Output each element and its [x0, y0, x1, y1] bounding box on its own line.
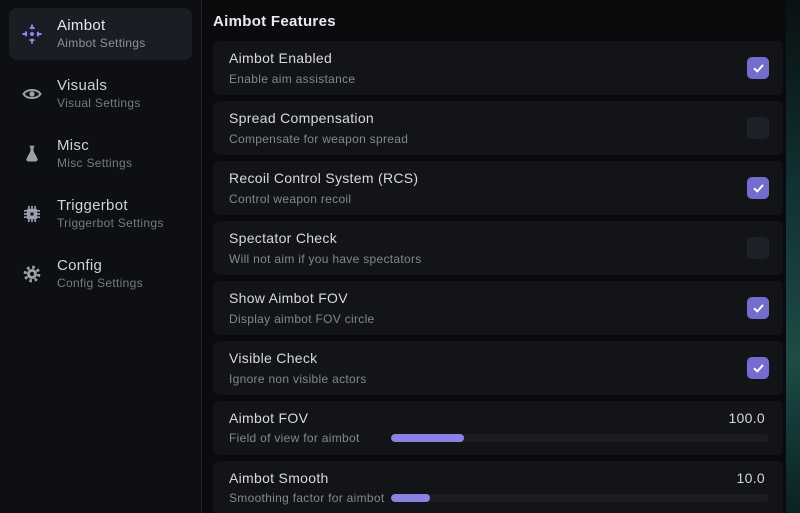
- spread-compensation-checkbox[interactable]: [747, 117, 769, 139]
- sidebar-item-visuals[interactable]: Visuals Visual Settings: [9, 68, 192, 120]
- visible-check-checkbox[interactable]: [747, 357, 769, 379]
- check-icon: [753, 184, 763, 192]
- setting-label: Spectator Check: [229, 229, 337, 246]
- setting-description: Smoothing factor for aimbot: [229, 490, 385, 505]
- sidebar-item-sublabel: Config Settings: [57, 275, 143, 290]
- crosshair-icon: [22, 24, 42, 44]
- setting-label: Visible Check: [229, 349, 318, 366]
- sidebar: Aimbot Aimbot Settings Visuals Visual Se…: [0, 0, 202, 513]
- setting-row-spread-compensation: Spread Compensation Compensate for weapo…: [213, 101, 783, 155]
- setting-label: Show Aimbot FOV: [229, 289, 348, 306]
- aimbot-smooth-slider[interactable]: [391, 493, 769, 502]
- setting-text: Aimbot Enabled Enable aim assistance: [229, 50, 355, 86]
- setting-description: Control weapon recoil: [229, 191, 352, 206]
- setting-row-spectator-check: Spectator Check Will not aim if you have…: [213, 221, 783, 275]
- setting-text: Visible Check Ignore non visible actors: [229, 350, 367, 386]
- setting-row-aimbot-smooth: Aimbot Smooth 10.0 Smoothing factor for …: [213, 461, 783, 513]
- show-aimbot-fov-checkbox[interactable]: [747, 297, 769, 319]
- sidebar-item-config[interactable]: Config Config Settings: [9, 248, 192, 300]
- chip-icon: [22, 204, 42, 224]
- sidebar-item-sublabel: Visual Settings: [57, 95, 141, 110]
- sidebar-item-label: Config: [57, 257, 103, 275]
- sidebar-item-sublabel: Misc Settings: [57, 155, 133, 170]
- aimbot-smooth-value: 10.0: [736, 470, 765, 486]
- check-icon: [753, 364, 763, 372]
- main-panel: Aimbot Features Aimbot Enabled Enable ai…: [202, 0, 786, 513]
- game-background-strip: [786, 0, 800, 513]
- setting-description: Display aimbot FOV circle: [229, 311, 375, 326]
- sidebar-item-label: Misc: [57, 137, 90, 155]
- setting-label: Aimbot Enabled: [229, 49, 333, 66]
- setting-description: Ignore non visible actors: [229, 371, 367, 386]
- setting-text: Recoil Control System (RCS) Control weap…: [229, 170, 418, 206]
- slider-fill: [391, 493, 430, 502]
- check-icon: [753, 304, 763, 312]
- slider-fill: [391, 433, 464, 442]
- flask-icon: [22, 144, 42, 164]
- setting-row-visible-check: Visible Check Ignore non visible actors: [213, 341, 783, 395]
- sidebar-item-sublabel: Triggerbot Settings: [57, 215, 164, 230]
- aimbot-fov-slider[interactable]: [391, 433, 769, 442]
- setting-label: Aimbot FOV: [229, 410, 309, 426]
- gear-icon: [22, 264, 42, 284]
- eye-icon: [22, 84, 42, 104]
- setting-row-aimbot-enabled: Aimbot Enabled Enable aim assistance: [213, 41, 783, 95]
- setting-text: Spread Compensation Compensate for weapo…: [229, 110, 408, 146]
- settings-list: Aimbot Enabled Enable aim assistance Spr…: [213, 41, 783, 513]
- page-title: Aimbot Features: [213, 13, 336, 30]
- sidebar-item-label: Visuals: [57, 77, 108, 95]
- setting-text: Show Aimbot FOV Display aimbot FOV circl…: [229, 290, 375, 326]
- setting-description: Field of view for aimbot: [229, 430, 360, 445]
- sidebar-item-sublabel: Aimbot Settings: [57, 35, 146, 50]
- aimbot-fov-value: 100.0: [728, 410, 765, 426]
- sidebar-item-label: Aimbot: [57, 17, 106, 35]
- sidebar-item-label: Triggerbot: [57, 197, 128, 215]
- rcs-checkbox[interactable]: [747, 177, 769, 199]
- setting-label: Spread Compensation: [229, 109, 375, 126]
- sidebar-item-triggerbot[interactable]: Triggerbot Triggerbot Settings: [9, 188, 192, 240]
- aimbot-enabled-checkbox[interactable]: [747, 57, 769, 79]
- setting-text: Spectator Check Will not aim if you have…: [229, 230, 422, 266]
- check-icon: [753, 64, 763, 72]
- setting-description: Will not aim if you have spectators: [229, 251, 422, 266]
- sidebar-item-aimbot[interactable]: Aimbot Aimbot Settings: [9, 8, 192, 60]
- setting-row-rcs: Recoil Control System (RCS) Control weap…: [213, 161, 783, 215]
- setting-label: Aimbot Smooth: [229, 470, 329, 486]
- setting-label: Recoil Control System (RCS): [229, 169, 419, 186]
- setting-row-show-aimbot-fov: Show Aimbot FOV Display aimbot FOV circl…: [213, 281, 783, 335]
- spectator-check-checkbox[interactable]: [747, 237, 769, 259]
- setting-row-aimbot-fov: Aimbot FOV 100.0 Field of view for aimbo…: [213, 401, 783, 455]
- setting-description: Enable aim assistance: [229, 71, 356, 86]
- setting-description: Compensate for weapon spread: [229, 131, 409, 146]
- sidebar-item-misc[interactable]: Misc Misc Settings: [9, 128, 192, 180]
